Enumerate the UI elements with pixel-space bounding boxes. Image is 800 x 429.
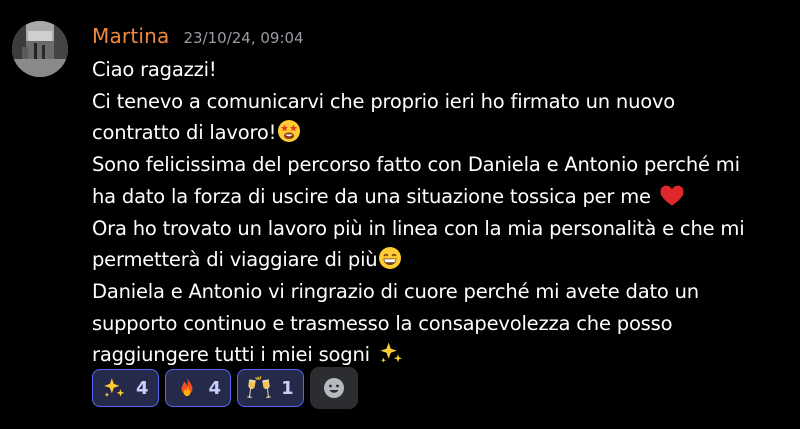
message-line: Ciao ragazzi!: [92, 58, 217, 81]
message-line-with-emoji: contratto di lavoro!: [92, 117, 792, 149]
message-timestamp: 23/10/24, 09:04: [183, 29, 304, 47]
star-struck-emoji: [277, 119, 301, 143]
message-header: Martina 23/10/24, 09:04: [92, 24, 304, 48]
reaction-sparkles[interactable]: 4: [92, 369, 159, 407]
message-line-with-emoji: ha dato la forza di uscire da una situaz…: [92, 181, 792, 213]
add-reaction-button[interactable]: [309, 367, 358, 409]
message-line: Ci tenevo a comunicarvi che proprio ieri…: [92, 89, 676, 113]
reactions-bar: 4 4 1: [92, 367, 358, 409]
red-heart-emoji: [658, 181, 686, 209]
message-line-text: ha dato la forza di uscire da una situaz…: [92, 184, 651, 208]
author-name[interactable]: Martina: [92, 24, 169, 48]
reaction-count: 4: [136, 377, 149, 399]
avatar[interactable]: [12, 21, 68, 77]
message-line-with-emoji: raggiungere tutti i miei sogni: [92, 339, 792, 371]
message-line-text: permetterà di viaggiare di più: [92, 248, 378, 272]
reaction-fire[interactable]: 4: [164, 369, 232, 407]
message-line-with-emoji: permetterà di viaggiare di più: [92, 244, 792, 276]
fire-emoji: [181, 377, 192, 397]
reaction-count: 4: [208, 377, 222, 399]
smiley-add-reaction-icon: [323, 378, 344, 398]
message-line: Ora ho trovato un lavoro più in linea co…: [92, 216, 745, 240]
grinning-emoji: [378, 246, 402, 270]
chat-message: Martina 23/10/24, 09:04 Ciao ragazzi! Ci…: [0, 0, 800, 429]
message-line: supporto continuo e trasmesso la consape…: [92, 311, 673, 335]
sparkles-emoji: [377, 339, 405, 367]
message-line: Sono felicissima del percorso fatto con …: [92, 153, 740, 177]
sparkles-emoji: [104, 378, 125, 398]
message-line-text: raggiungere tutti i miei sogni: [92, 343, 370, 367]
message-line-text: contratto di lavoro!: [92, 121, 277, 145]
clinking-glasses-emoji: [247, 376, 271, 399]
message-content: Ciao ragazzi! Ci tenevo a comunicarvi ch…: [92, 54, 792, 371]
reaction-count: 1: [281, 377, 294, 399]
message-line: Daniela e Antonio vi ringrazio di cuore …: [92, 279, 699, 303]
reaction-clinking-glasses[interactable]: 1: [237, 369, 304, 407]
